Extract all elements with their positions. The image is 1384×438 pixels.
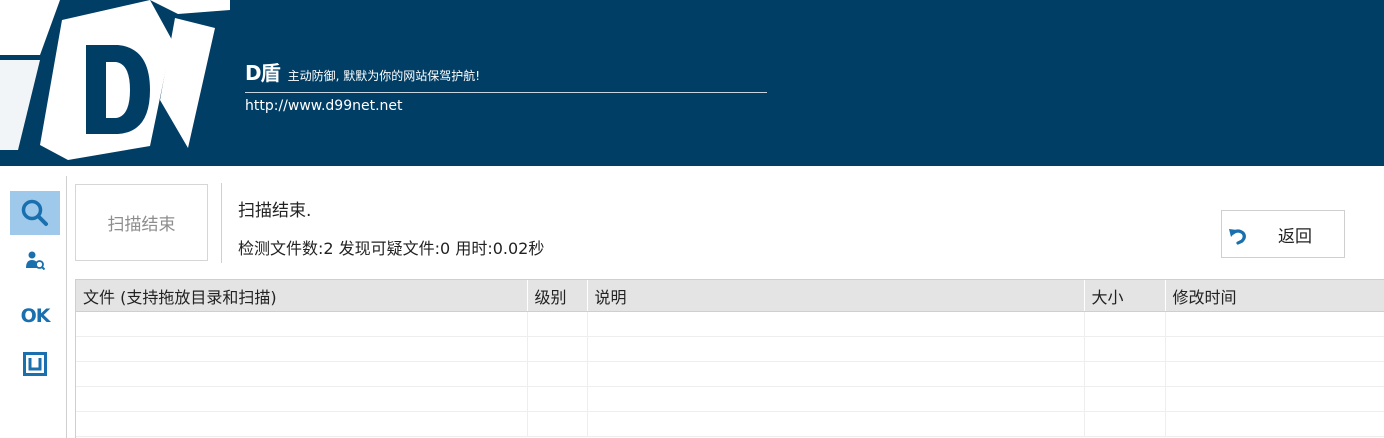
column-header-size[interactable]: 大小 [1084,280,1166,312]
ok-icon: OK [20,305,51,327]
website-url: http://www.d99net.net [245,98,403,114]
file-table: 文件 (支持拖放目录和扫描) 级别 说明 大小 修改时间 [76,280,1384,437]
brand-divider [245,92,767,93]
column-header-modified-time[interactable]: 修改时间 [1165,280,1384,312]
scan-status-title: 扫描结束. [238,201,312,221]
table-row [76,311,1384,337]
status-divider [221,183,222,263]
user-scan-button[interactable] [10,244,60,276]
search-icon [21,199,48,226]
d-shield-logo: D [0,0,230,160]
file-table-container[interactable]: 文件 (支持拖放目录和扫描) 级别 说明 大小 修改时间 [75,279,1384,438]
ok-button[interactable]: OK [10,296,60,336]
table-row [76,336,1384,362]
table-row [76,411,1384,437]
brand-block: D盾 主动防御, 默默为你的网站保驾护航! http://www.d99net.… [245,58,767,114]
column-header-file[interactable]: 文件 (支持拖放目录和扫描) [76,280,528,312]
column-header-description[interactable]: 说明 [587,280,1085,312]
box-tool-button[interactable] [10,343,60,385]
left-toolbar: OK [0,166,66,438]
undo-icon [1229,228,1246,245]
table-header-row: 文件 (支持拖放目录和扫描) 级别 说明 大小 修改时间 [76,280,1384,312]
back-button[interactable]: 返回 [1221,210,1345,258]
user-scan-icon [26,251,45,270]
scan-status-detail: 检测文件数:2 发现可疑文件:0 用时:0.02秒 [238,239,545,258]
table-row [76,361,1384,387]
scan-status-button[interactable]: 扫描结束 [75,184,208,261]
toolbar-divider [66,176,67,438]
brand-slogan: 主动防御, 默默为你的网站保驾护航! [287,69,481,83]
back-button-label: 返回 [1278,226,1312,247]
scan-search-button[interactable] [10,191,60,235]
header-banner: D D盾 主动防御, 默默为你的网站保驾护航! http://www.d99ne… [0,0,1384,166]
column-header-level[interactable]: 级别 [527,280,588,312]
square-box-icon [23,352,47,376]
brand-name: D盾 [245,61,281,85]
table-row [76,386,1384,412]
